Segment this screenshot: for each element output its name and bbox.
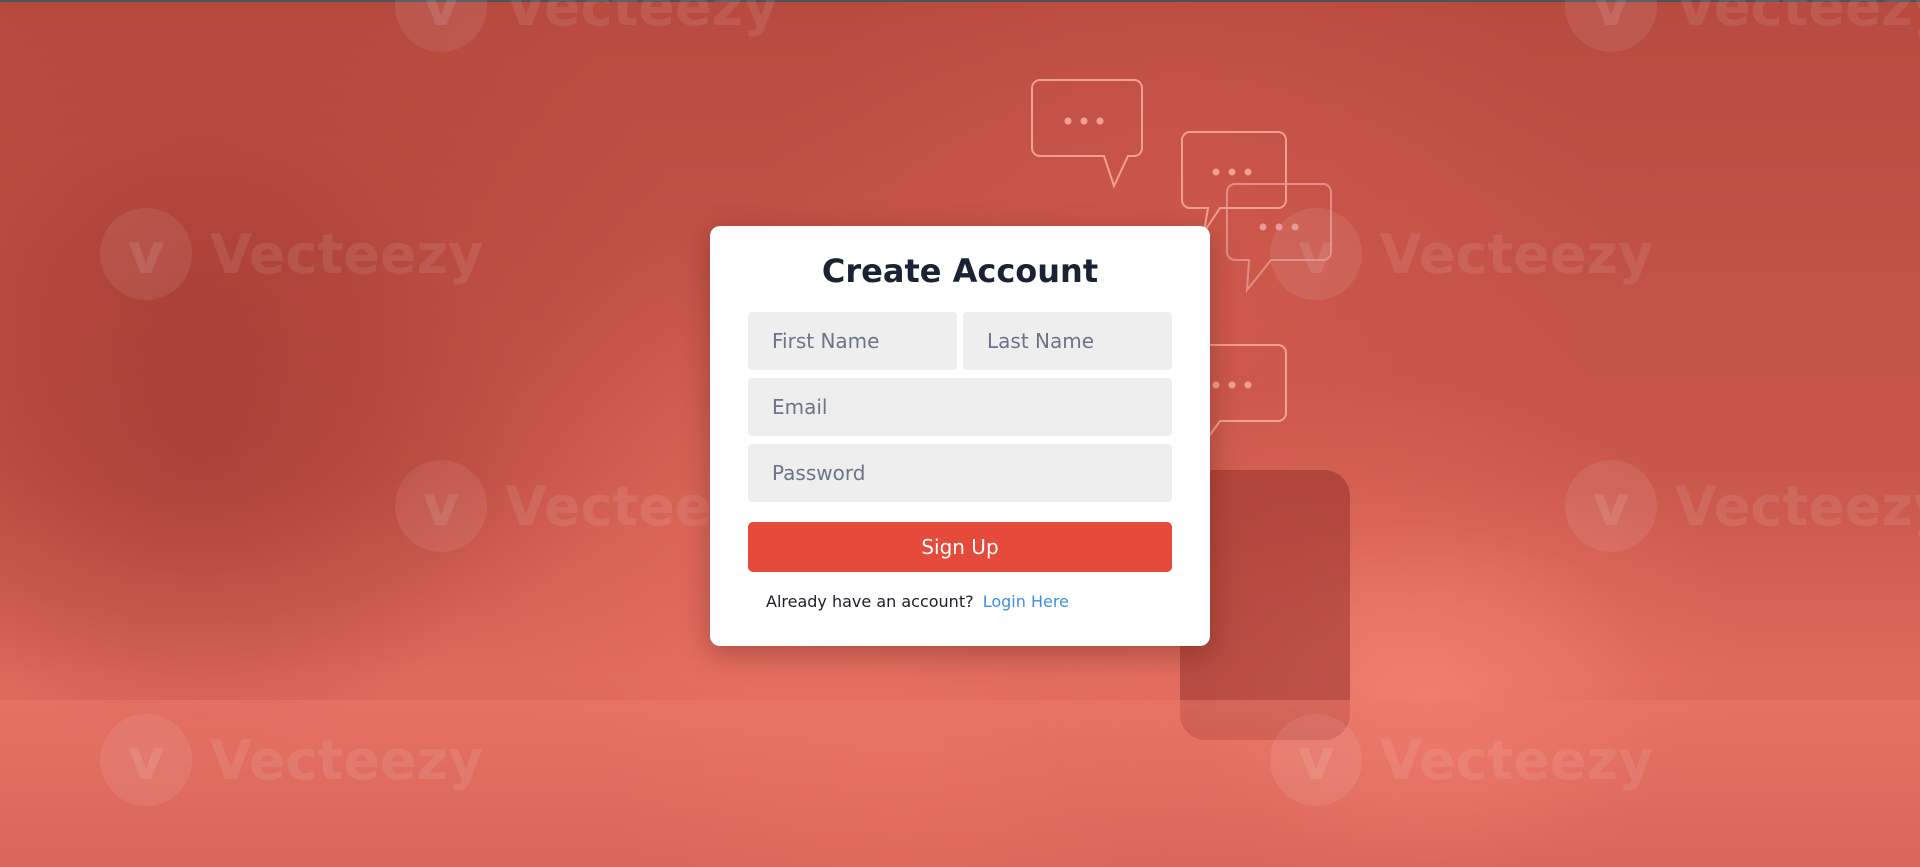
last-name-input[interactable] — [963, 312, 1172, 370]
watermark-logo: v — [1565, 460, 1657, 552]
login-prompt: Already have an account? Login Here — [766, 592, 1069, 611]
chat-bubble-icon — [1031, 79, 1143, 189]
chat-bubble-icon — [1226, 183, 1332, 294]
login-link[interactable]: Login Here — [983, 592, 1069, 611]
watermark-logo: v — [1565, 0, 1657, 52]
watermark-logo: v — [100, 208, 192, 300]
watermark-logo: v — [100, 714, 192, 806]
first-name-input[interactable] — [748, 312, 957, 370]
watermark-text: Vecteezy — [1675, 474, 1920, 538]
sign-up-button[interactable]: Sign Up — [748, 522, 1172, 572]
watermark-text: Vecteezy — [505, 0, 779, 38]
watermark-text: Vecteezy — [1380, 728, 1654, 792]
watermark: v Vecteezy — [1565, 0, 1920, 52]
watermark-text: Vecteezy — [1675, 0, 1920, 38]
watermark-logo: v — [395, 0, 487, 52]
email-input[interactable] — [748, 378, 1172, 436]
watermark-logo: v — [395, 460, 487, 552]
password-input[interactable] — [748, 444, 1172, 502]
watermark: v Vecteezy — [100, 714, 483, 806]
watermark-text: Vecteezy — [210, 222, 484, 286]
signup-card: Create Account Sign Up Already have an a… — [710, 226, 1210, 646]
watermark-text: Vecteezy — [210, 728, 484, 792]
watermark: v Vecteezy — [395, 0, 778, 52]
watermark-text: Vecteezy — [1380, 222, 1654, 286]
watermark: v Vecteezy — [100, 208, 483, 300]
watermark-logo: v — [1270, 714, 1362, 806]
watermark: v Vecteezy — [1565, 460, 1920, 552]
login-prompt-text: Already have an account? — [766, 592, 974, 611]
watermark: v Vecteezy — [1270, 714, 1653, 806]
page-title: Create Account — [821, 252, 1099, 290]
